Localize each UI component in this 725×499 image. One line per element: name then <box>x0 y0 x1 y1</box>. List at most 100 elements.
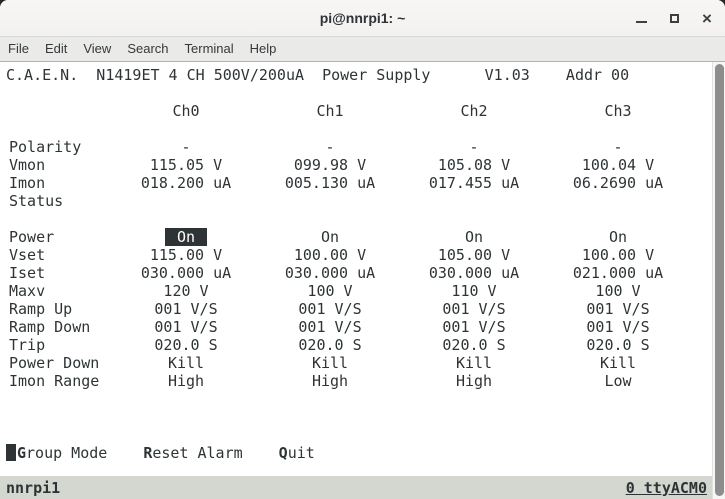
imon-range-ch2[interactable]: High <box>402 372 546 390</box>
selected-field[interactable]: On <box>165 228 207 246</box>
channel-header-ch0: Ch0 <box>114 102 258 120</box>
polarity-ch1: - <box>258 138 402 156</box>
iset-ch3[interactable]: 021.000 uA <box>546 264 690 282</box>
ramp-up-ch2[interactable]: 001 V/S <box>402 300 546 318</box>
table-row-power: Power On On On On <box>6 228 712 246</box>
trip-ch0[interactable]: 020.0 S <box>114 336 258 354</box>
menu-search[interactable]: Search <box>119 37 176 61</box>
power-ch1[interactable]: On <box>258 228 402 246</box>
row-label <box>6 102 114 120</box>
text-cursor <box>6 444 16 461</box>
vset-ch0[interactable]: 115.00 V <box>114 246 258 264</box>
vset-ch3[interactable]: 100.00 V <box>546 246 690 264</box>
imon-range-ch3[interactable]: Low <box>546 372 690 390</box>
monitor-section: Polarity - - - - Vmon 115.05 V 099.98 V … <box>6 138 712 210</box>
power-down-ch2[interactable]: Kill <box>402 354 546 372</box>
table-row-ramp-up: Ramp Up 001 V/S 001 V/S 001 V/S 001 V/S <box>6 300 712 318</box>
table-row-polarity: Polarity - - - - <box>6 138 712 156</box>
trip-ch3[interactable]: 020.0 S <box>546 336 690 354</box>
maxv-ch1[interactable]: 100 V <box>258 282 402 300</box>
trip-ch2[interactable]: 020.0 S <box>402 336 546 354</box>
table-row-status: Status <box>6 192 712 210</box>
screen-status-bar: nnrpi1 0 ttyACM0 <box>0 476 725 499</box>
imon-ch1: 005.130 uA <box>258 174 402 192</box>
power-ch0[interactable]: On <box>114 228 258 246</box>
row-label: Ramp Up <box>6 300 114 318</box>
channel-header-ch1: Ch1 <box>258 102 402 120</box>
power-ch2[interactable]: On <box>402 228 546 246</box>
status-ch0 <box>114 192 258 210</box>
power-ch3[interactable]: On <box>546 228 690 246</box>
table-row-vmon: Vmon 115.05 V 099.98 V 105.08 V 100.04 V <box>6 156 712 174</box>
table-row-iset: Iset 030.000 uA 030.000 uA 030.000 uA 02… <box>6 264 712 282</box>
status-ch3 <box>546 192 690 210</box>
vmon-ch0: 115.05 V <box>114 156 258 174</box>
status-ch2 <box>402 192 546 210</box>
iset-ch0[interactable]: 030.000 uA <box>114 264 258 282</box>
menu-view[interactable]: View <box>75 37 119 61</box>
ramp-up-ch1[interactable]: 001 V/S <box>258 300 402 318</box>
polarity-ch3: - <box>546 138 690 156</box>
row-label: Imon <box>6 174 114 192</box>
scrollbar[interactable] <box>712 62 725 499</box>
menu-file[interactable]: File <box>0 37 37 61</box>
quit-command[interactable]: Quit <box>279 444 315 462</box>
table-row-trip: Trip 020.0 S 020.0 S 020.0 S 020.0 S <box>6 336 712 354</box>
channel-header-ch2: Ch2 <box>402 102 546 120</box>
iset-ch1[interactable]: 030.000 uA <box>258 264 402 282</box>
imon-ch3: 06.2690 uA <box>546 174 690 192</box>
vmon-ch2: 105.08 V <box>402 156 546 174</box>
reset-alarm-command[interactable]: Reset Alarm <box>143 444 242 462</box>
trip-ch1[interactable]: 020.0 S <box>258 336 402 354</box>
table-row-ramp-down: Ramp Down 001 V/S 001 V/S 001 V/S 001 V/… <box>6 318 712 336</box>
menu-help[interactable]: Help <box>242 37 285 61</box>
imon-range-ch1[interactable]: High <box>258 372 402 390</box>
imon-range-ch0[interactable]: High <box>114 372 258 390</box>
row-label: Trip <box>6 336 114 354</box>
vset-ch1[interactable]: 100.00 V <box>258 246 402 264</box>
table-row-vset: Vset 115.00 V 100.00 V 105.00 V 100.00 V <box>6 246 712 264</box>
maxv-ch2[interactable]: 110 V <box>402 282 546 300</box>
row-label: Imon Range <box>6 372 114 390</box>
command-menu-line: Group Mode Reset Alarm Quit <box>6 444 712 462</box>
close-button[interactable]: × <box>699 11 715 27</box>
power-down-ch0[interactable]: Kill <box>114 354 258 372</box>
iset-ch2[interactable]: 030.000 uA <box>402 264 546 282</box>
close-icon: × <box>702 11 712 27</box>
row-label: Iset <box>6 264 114 282</box>
row-label: Maxv <box>6 282 114 300</box>
row-label: Status <box>6 192 114 210</box>
ramp-down-ch1[interactable]: 001 V/S <box>258 318 402 336</box>
terminal-window: pi@nnrpi1: ~ × File Edit View Search Ter… <box>0 0 725 499</box>
power-down-ch1[interactable]: Kill <box>258 354 402 372</box>
ramp-up-ch3[interactable]: 001 V/S <box>546 300 690 318</box>
menubar: File Edit View Search Terminal Help <box>0 37 725 62</box>
minimize-icon <box>636 21 647 23</box>
terminal-screen[interactable]: C.A.E.N. N1419ET 4 CH 500V/200uA Power S… <box>0 62 725 476</box>
group-mode-command[interactable]: Group Mode <box>17 444 107 462</box>
hostname-label: nnrpi1 <box>6 479 60 497</box>
ramp-down-ch3[interactable]: 001 V/S <box>546 318 690 336</box>
menu-terminal[interactable]: Terminal <box>177 37 242 61</box>
channel-header-ch3: Ch3 <box>546 102 690 120</box>
imon-ch2: 017.455 uA <box>402 174 546 192</box>
window-title: pi@nnrpi1: ~ <box>320 10 406 26</box>
window-controls: × <box>633 0 715 37</box>
imon-ch0: 018.200 uA <box>114 174 258 192</box>
maximize-button[interactable] <box>666 11 682 27</box>
power-down-ch3[interactable]: Kill <box>546 354 690 372</box>
ramp-down-ch0[interactable]: 001 V/S <box>114 318 258 336</box>
maxv-ch3[interactable]: 100 V <box>546 282 690 300</box>
scrollbar-thumb[interactable] <box>715 64 724 496</box>
row-label: Power Down <box>6 354 114 372</box>
minimize-button[interactable] <box>633 11 649 27</box>
vmon-ch1: 099.98 V <box>258 156 402 174</box>
ramp-up-ch0[interactable]: 001 V/S <box>114 300 258 318</box>
menu-edit[interactable]: Edit <box>37 37 75 61</box>
titlebar[interactable]: pi@nnrpi1: ~ × <box>0 0 725 37</box>
vset-ch2[interactable]: 105.00 V <box>402 246 546 264</box>
maxv-ch0[interactable]: 120 V <box>114 282 258 300</box>
ramp-down-ch2[interactable]: 001 V/S <box>402 318 546 336</box>
table-row-imon: Imon 018.200 uA 005.130 uA 017.455 uA 06… <box>6 174 712 192</box>
device-header: C.A.E.N. N1419ET 4 CH 500V/200uA Power S… <box>6 66 712 84</box>
